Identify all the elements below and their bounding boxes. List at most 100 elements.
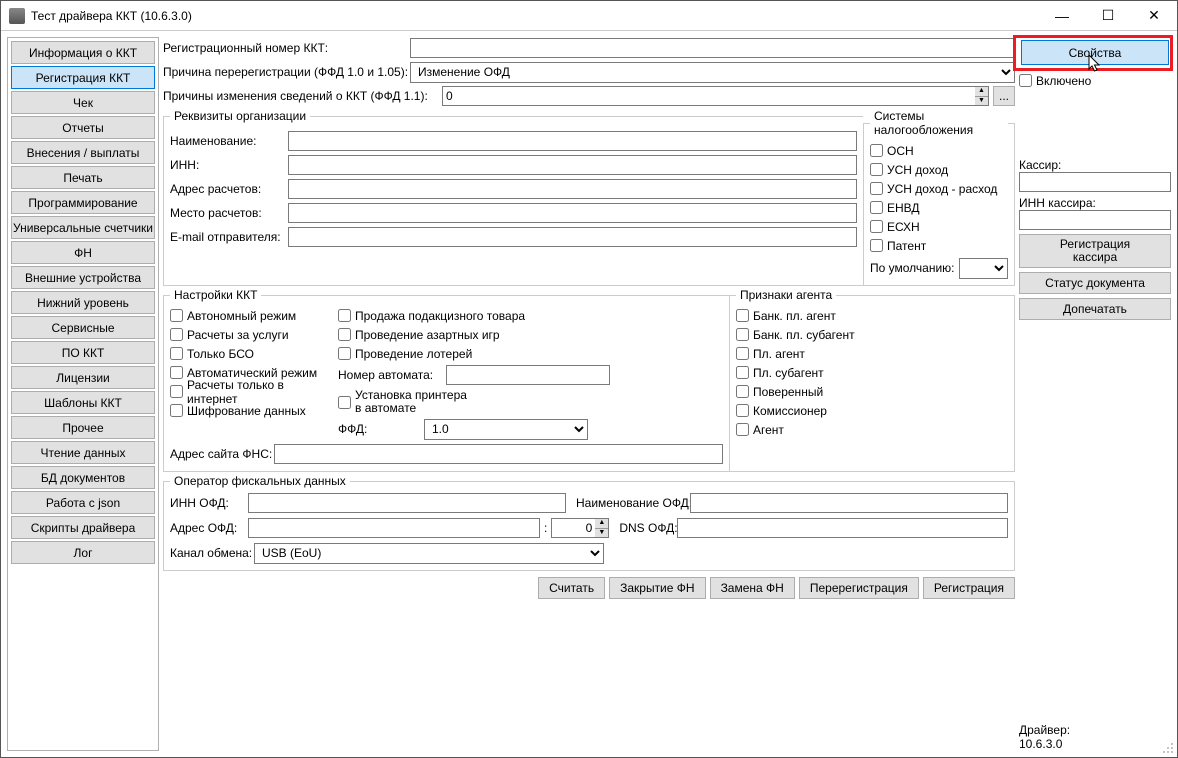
kkt-col1-checkbox-2[interactable]: Только БСО (170, 344, 328, 363)
org-name-input[interactable] (288, 131, 857, 151)
agent-checkbox-2[interactable]: Пл. агент (736, 344, 1008, 363)
tax-checkbox-5[interactable]: Патент (870, 236, 1008, 255)
driver-version: 10.6.3.0 (1019, 737, 1171, 751)
kkt-fieldset: Настройки ККТ Автономный режимРасчеты за… (163, 288, 729, 472)
tax-checkbox-2[interactable]: УСН доход - расход (870, 179, 1008, 198)
sidebar-item-9[interactable]: Внешние устройства (11, 266, 155, 289)
reg-number-label: Регистрационный номер ККТ: (163, 41, 406, 55)
org-name-label: Наименование: (170, 134, 282, 148)
maximize-button[interactable]: ☐ (1085, 1, 1131, 30)
ffd-select[interactable]: 1.0 (424, 419, 588, 440)
minimize-button[interactable]: — (1039, 1, 1085, 30)
close-button[interactable]: ✕ (1131, 1, 1177, 30)
org-inn-input[interactable] (288, 155, 857, 175)
tax-checkbox-1[interactable]: УСН доход (870, 160, 1008, 179)
sidebar-item-17[interactable]: БД документов (11, 466, 155, 489)
auto-number-input[interactable] (446, 365, 610, 385)
org-email-input[interactable] (288, 227, 857, 247)
fns-addr-input[interactable] (274, 444, 723, 464)
agent-fieldset: Признаки агента Банк. пл. агентБанк. пл.… (729, 288, 1015, 472)
ofd-port-spinner[interactable]: ▲▼ (595, 518, 609, 538)
sidebar-item-8[interactable]: ФН (11, 241, 155, 264)
kkt-col1-checkbox-4[interactable]: Расчеты только в интернет (170, 382, 328, 401)
kkt-col2-checkbox-2[interactable]: Проведение лотерей (338, 344, 723, 363)
reg-number-input[interactable] (410, 38, 1015, 58)
sidebar-item-11[interactable]: Сервисные (11, 316, 155, 339)
properties-button[interactable]: Свойства (1021, 40, 1169, 65)
sidebar-item-0[interactable]: Информация о ККТ (11, 41, 155, 64)
ofd-dns-input[interactable] (677, 518, 1008, 538)
tax-checkbox-3[interactable]: ЕНВД (870, 198, 1008, 217)
tax-fieldset: Системы налогообложения ОСНУСН доходУСН … (863, 109, 1015, 286)
ofd-inn-input[interactable] (248, 493, 566, 513)
kkt-col1-checkbox-1[interactable]: Расчеты за услуги (170, 325, 328, 344)
resize-grip-icon[interactable] (1161, 741, 1175, 755)
ofd-name-label: Наименование ОФД: (576, 496, 686, 510)
reprint-button[interactable]: Допечатать (1019, 298, 1171, 320)
cashier-input[interactable] (1019, 172, 1171, 192)
kkt-legend: Настройки ККТ (170, 288, 261, 302)
agent-checkbox-3[interactable]: Пл. субагент (736, 363, 1008, 382)
org-inn-label: ИНН: (170, 158, 282, 172)
agent-checkbox-5[interactable]: Комиссионер (736, 401, 1008, 420)
change-info-spinner[interactable]: ▲▼ (975, 86, 989, 106)
change-info-input[interactable] (442, 86, 975, 106)
sidebar-item-10[interactable]: Нижний уровень (11, 291, 155, 314)
fns-addr-label: Адрес сайта ФНС: (170, 447, 270, 461)
action-button-1[interactable]: Закрытие ФН (609, 577, 705, 599)
main-panel: Регистрационный номер ККТ: Причина перер… (163, 37, 1015, 751)
ofd-channel-select[interactable]: USB (EoU) (254, 543, 604, 564)
ofd-channel-label: Канал обмена: (170, 546, 250, 560)
kkt-col2-checkbox-1[interactable]: Проведение азартных игр (338, 325, 723, 344)
document-status-button[interactable]: Статус документа (1019, 272, 1171, 294)
cashier-label: Кассир: (1019, 158, 1061, 172)
sidebar-item-1[interactable]: Регистрация ККТ (11, 66, 155, 89)
agent-legend: Признаки агента (736, 288, 836, 302)
sidebar-item-19[interactable]: Скрипты драйвера (11, 516, 155, 539)
rereg-reason-select[interactable]: Изменение ОФД (410, 62, 1015, 83)
org-payplace-input[interactable] (288, 203, 857, 223)
org-legend: Реквизиты организации (170, 109, 310, 123)
app-icon (9, 8, 25, 24)
kkt-col1-checkbox-5[interactable]: Шифрование данных (170, 401, 328, 420)
sidebar-item-18[interactable]: Работа с json (11, 491, 155, 514)
change-info-more-button[interactable]: ... (993, 86, 1015, 106)
action-button-4[interactable]: Регистрация (923, 577, 1015, 599)
enabled-checkbox[interactable]: Включено (1019, 71, 1171, 90)
sidebar-item-14[interactable]: Шаблоны ККТ (11, 391, 155, 414)
agent-checkbox-1[interactable]: Банк. пл. субагент (736, 325, 1008, 344)
sidebar-item-6[interactable]: Программирование (11, 191, 155, 214)
auto-number-label: Номер автомата: (338, 368, 440, 382)
agent-checkbox-4[interactable]: Поверенный (736, 382, 1008, 401)
ofd-port-input[interactable] (551, 518, 595, 538)
tax-checkbox-0[interactable]: ОСН (870, 141, 1008, 160)
sidebar-item-3[interactable]: Отчеты (11, 116, 155, 139)
sidebar-item-16[interactable]: Чтение данных (11, 441, 155, 464)
ofd-dns-label: DNS ОФД: (619, 521, 673, 535)
sidebar-item-4[interactable]: Внесения / выплаты (11, 141, 155, 164)
sidebar-item-15[interactable]: Прочее (11, 416, 155, 439)
agent-checkbox-6[interactable]: Агент (736, 420, 1008, 439)
action-button-3[interactable]: Перерегистрация (799, 577, 919, 599)
agent-checkbox-0[interactable]: Банк. пл. агент (736, 306, 1008, 325)
register-cashier-button[interactable]: Регистрация кассира (1019, 234, 1171, 268)
sidebar-item-2[interactable]: Чек (11, 91, 155, 114)
sidebar-item-20[interactable]: Лог (11, 541, 155, 564)
cashier-inn-input[interactable] (1019, 210, 1171, 230)
right-panel: Свойства Включено Кассир: ИНН кассира: Р… (1019, 37, 1171, 751)
org-payaddr-input[interactable] (288, 179, 857, 199)
printer-in-auto-checkbox[interactable]: Установка принтерав автомате (338, 386, 723, 418)
ofd-addr-input[interactable] (248, 518, 540, 538)
tax-default-select[interactable] (959, 258, 1009, 279)
tax-checkbox-4[interactable]: ЕСХН (870, 217, 1008, 236)
sidebar-item-13[interactable]: Лицензии (11, 366, 155, 389)
sidebar-item-7[interactable]: Универсальные счетчики (11, 216, 155, 239)
rereg-reason-label: Причина перерегистрации (ФФД 1.0 и 1.05)… (163, 65, 406, 79)
kkt-col2-checkbox-0[interactable]: Продажа подакцизного товара (338, 306, 723, 325)
ofd-name-input[interactable] (690, 493, 1008, 513)
action-button-2[interactable]: Замена ФН (710, 577, 795, 599)
sidebar-item-12[interactable]: ПО ККТ (11, 341, 155, 364)
action-button-0[interactable]: Считать (538, 577, 605, 599)
kkt-col1-checkbox-0[interactable]: Автономный режим (170, 306, 328, 325)
sidebar-item-5[interactable]: Печать (11, 166, 155, 189)
